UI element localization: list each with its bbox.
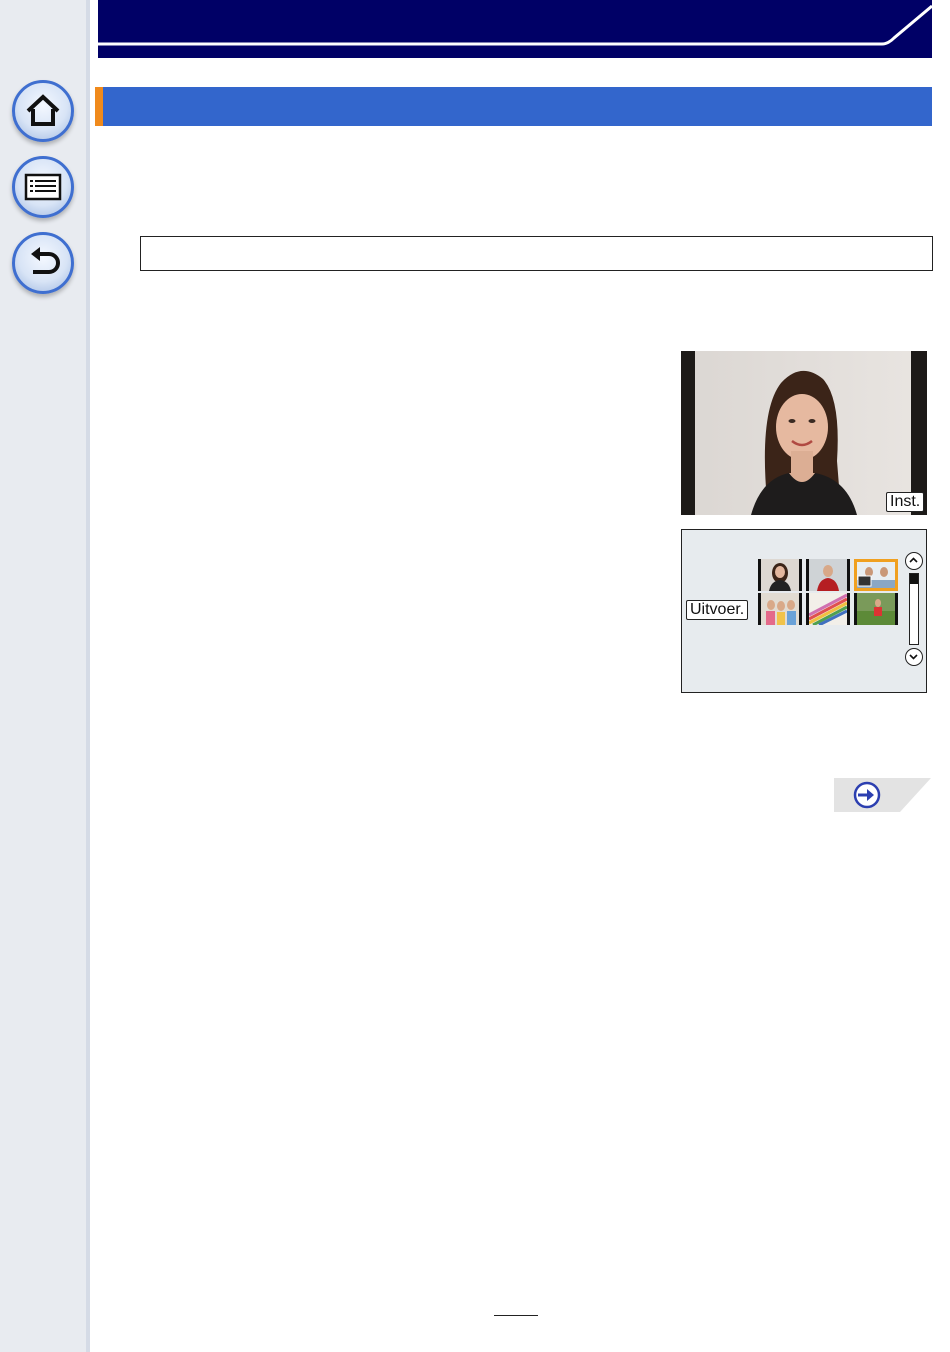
thumbnail-item-selected[interactable] <box>854 559 898 591</box>
thumbnail-item[interactable] <box>854 593 898 625</box>
page-number-rule <box>494 1315 538 1316</box>
list-icon <box>24 173 62 201</box>
section-heading-bar <box>95 87 932 126</box>
back-button[interactable] <box>12 232 74 294</box>
chevron-up-icon <box>909 557 918 563</box>
scrollbar-thumb[interactable] <box>910 574 918 584</box>
scroll-up-button[interactable] <box>905 552 923 570</box>
thumbnail-item[interactable] <box>806 593 850 625</box>
next-page-button[interactable] <box>834 778 931 812</box>
home-button[interactable] <box>12 80 74 142</box>
set-button[interactable]: Inst. <box>886 492 925 512</box>
scroll-down-button[interactable] <box>905 648 923 666</box>
note-box <box>140 236 933 271</box>
thumbnail-item[interactable] <box>758 593 802 625</box>
menu-button[interactable] <box>12 156 74 218</box>
header-banner <box>98 0 932 58</box>
chevron-down-icon <box>909 654 918 660</box>
return-arrow-icon <box>31 247 60 274</box>
photo-preview-screen: Inst. <box>681 351 927 515</box>
thumbnail-item[interactable] <box>806 559 850 591</box>
sidebar <box>0 0 90 1352</box>
execute-button[interactable]: Uitvoer. <box>686 600 749 620</box>
portrait-photo <box>695 351 911 515</box>
arrow-right-icon <box>853 781 881 809</box>
home-icon <box>26 94 60 126</box>
thumbnail-item[interactable] <box>758 559 802 591</box>
scrollbar-track[interactable] <box>909 573 919 645</box>
thumbnail-selection-screen: Uitvoer. <box>681 529 927 693</box>
